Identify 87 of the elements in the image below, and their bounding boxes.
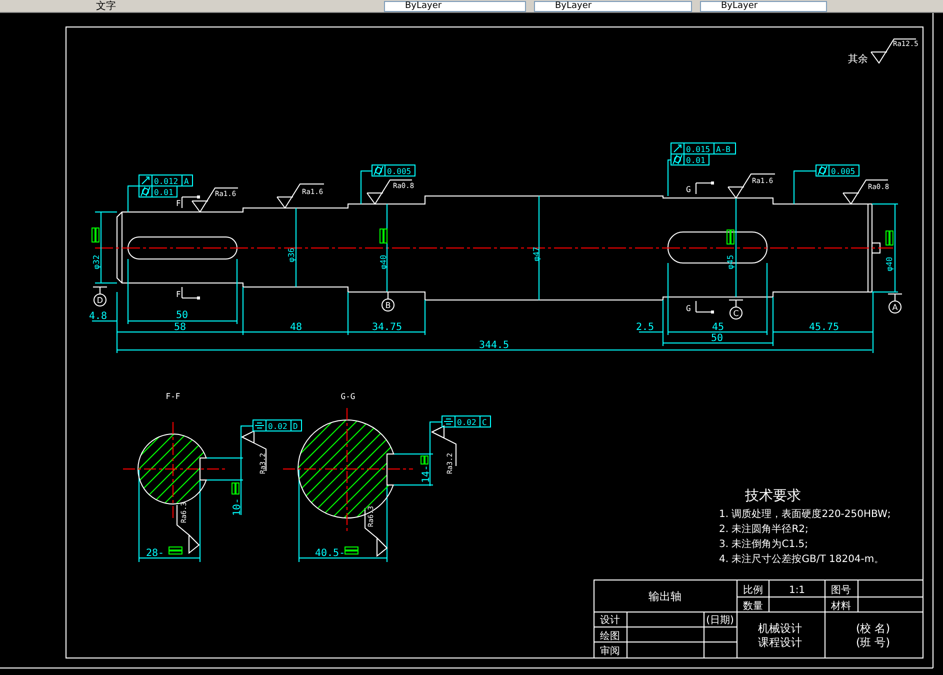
datum-label: D: [92, 286, 108, 306]
roughness-symbol-icon: [176, 504, 200, 554]
section-arrow-icon: [182, 286, 200, 300]
dimension-text: 344.5: [478, 340, 510, 351]
requirements-title: 技术要求: [745, 488, 801, 504]
requirement-text: 2. 未注圆角半径R2;: [719, 524, 808, 535]
requirement-text: 3. 未注倒角为C1.5;: [719, 539, 808, 550]
title-block-label: 材料: [831, 601, 851, 612]
tolerance-mark-icon: [420, 456, 428, 464]
dimension-text: 50: [710, 333, 724, 344]
roughness-symbol-icon: [842, 180, 888, 205]
dimension-text: 58: [174, 322, 186, 333]
tolerance-frame: 0.02 D: [252, 420, 302, 432]
diameter-text: φ32: [92, 254, 101, 270]
section-arrow-icon: [696, 300, 714, 314]
dimension-text: 45.75: [808, 322, 840, 333]
requirement-text: 4. 未注尺寸公差按GB/T 18204-m。: [719, 554, 884, 565]
leader-line: [128, 186, 140, 212]
school-field: (班 号): [856, 636, 890, 649]
layer-name: 文字: [96, 0, 117, 12]
property-dropdown[interactable]: ByLayer: [700, 0, 827, 12]
dimension-text: 50: [176, 310, 188, 321]
title-block-label: 设计: [600, 615, 620, 626]
roughness-symbol-icon: [242, 430, 266, 472]
tolerance-mark-icon: [344, 546, 358, 554]
course-name: 机械设计: [758, 622, 802, 635]
tolerance-frame: 0.005: [372, 164, 416, 176]
tolerance-mark-icon: [168, 546, 182, 554]
roughness-symbol-icon: [192, 188, 238, 213]
tolerance-frame: 0.005: [816, 164, 860, 176]
section-title: F-F: [166, 392, 180, 401]
requirement-text: 1. 调质处理，表面硬度220-250HBW;: [719, 509, 891, 520]
part-name: 输出轴: [648, 590, 682, 603]
leader-line: [360, 170, 372, 204]
datum-label: C: [728, 300, 744, 320]
diameter-text: φ40: [379, 254, 388, 270]
tolerance-mark-icon: [380, 228, 388, 244]
school-field: (校 名): [856, 622, 890, 635]
dimension-text: 48: [290, 322, 302, 333]
tolerance-frame: 0.02 C: [442, 416, 491, 428]
roughness-symbol-icon: [728, 174, 776, 199]
dimension-text: 40.5-: [315, 548, 346, 559]
title-block-label: 审阅: [600, 646, 620, 657]
tolerance-mark-icon: [886, 230, 894, 246]
tolerance-frame: 0.01: [670, 154, 710, 166]
leader-line: [794, 170, 816, 204]
title-block-label: 1:1: [788, 585, 806, 596]
dimension-text: 34.75: [372, 322, 402, 333]
diameter-text: φ40: [885, 256, 894, 272]
roughness-symbol-icon: [364, 508, 388, 556]
diameter-text: φ36: [287, 248, 296, 262]
tolerance-mark-icon: [726, 230, 734, 244]
diameter-text: φ45: [726, 254, 735, 270]
title-block-label: (日期): [706, 615, 734, 626]
section-letter: G: [686, 185, 691, 194]
title-block-label: 数量: [743, 601, 763, 612]
dimension-text: 28-: [146, 548, 164, 559]
course-name: 课程设计: [758, 636, 802, 649]
datum-label: A: [888, 294, 902, 314]
tolerance-mark-icon: [92, 228, 100, 242]
section-letter: F: [176, 199, 181, 208]
hatched-section-outline: [138, 434, 207, 504]
property-dropdown[interactable]: ByLayer: [384, 0, 526, 12]
leader-line: [668, 160, 672, 196]
tolerance-frame: 0.012 A: [138, 174, 193, 186]
dimension-text: 45: [712, 322, 724, 333]
tolerance-frame: 0.015 A-B: [670, 142, 736, 154]
roughness-symbol-icon: [366, 180, 412, 205]
datum-label: B: [380, 292, 396, 312]
section-title: G-G: [340, 392, 356, 401]
title-block-label: 比例: [743, 585, 763, 596]
section-arrow-icon: [182, 196, 200, 208]
roughness-symbol-icon: [276, 184, 324, 209]
tolerance-frame: 0.01: [138, 186, 178, 198]
section-letter: F: [176, 290, 181, 299]
title-block-label: 图号: [831, 585, 851, 596]
dimension-text: 10-: [232, 498, 243, 516]
title-block-label: 绘图: [600, 631, 620, 642]
dimension-text: 2.5: [636, 322, 654, 333]
dimension-text: 4.8: [88, 311, 108, 322]
section-letter: G: [686, 304, 691, 313]
tolerance-mark-icon: [232, 482, 240, 494]
section-arrow-icon: [696, 182, 714, 194]
roughness-note: 其余: [848, 54, 868, 65]
dimension-text: 14-: [421, 464, 432, 483]
property-dropdown[interactable]: ByLayer: [534, 0, 692, 12]
roughness-symbol-icon: [870, 38, 916, 64]
